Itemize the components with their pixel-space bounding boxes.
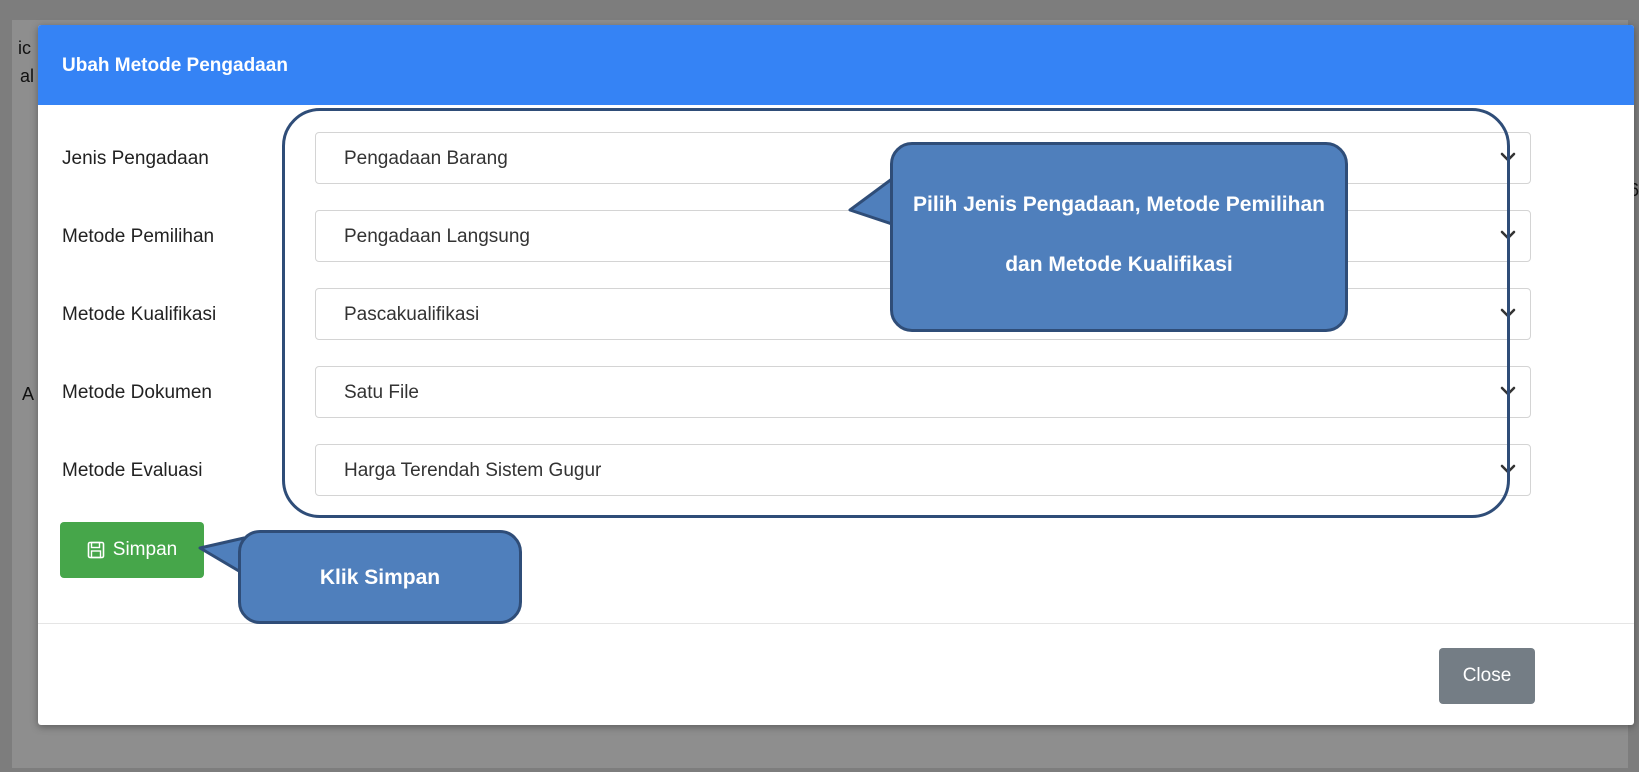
field-label: Metode Evaluasi — [62, 460, 203, 481]
modal-title: Ubah Metode Pengadaan — [62, 55, 288, 76]
modal-header: Ubah Metode Pengadaan — [38, 25, 1634, 105]
callout-text: Pilih Jenis Pengadaan, Metode Pemilihan … — [913, 193, 1325, 276]
background-text-fragment: al — [20, 66, 35, 86]
field-label: Jenis Pengadaan — [62, 148, 209, 169]
close-label: Close — [1462, 665, 1512, 686]
background-text-fragment: ic — [18, 38, 31, 58]
callout-click-simpan: Klik Simpan — [238, 530, 522, 624]
save-icon — [87, 541, 105, 559]
field-label: Metode Pemilihan — [62, 226, 215, 247]
field-label: Metode Dokumen — [62, 382, 212, 403]
simpan-button[interactable]: Simpan — [60, 522, 204, 578]
callout-select-fields: Pilih Jenis Pengadaan, Metode Pemilihan … — [890, 142, 1348, 332]
background-text-fragment: A — [22, 384, 35, 404]
close-button[interactable]: Close — [1439, 648, 1535, 704]
simpan-label: Simpan — [112, 539, 178, 560]
field-label: Metode Kualifikasi — [62, 304, 217, 325]
callout-text: Klik Simpan — [319, 566, 441, 589]
